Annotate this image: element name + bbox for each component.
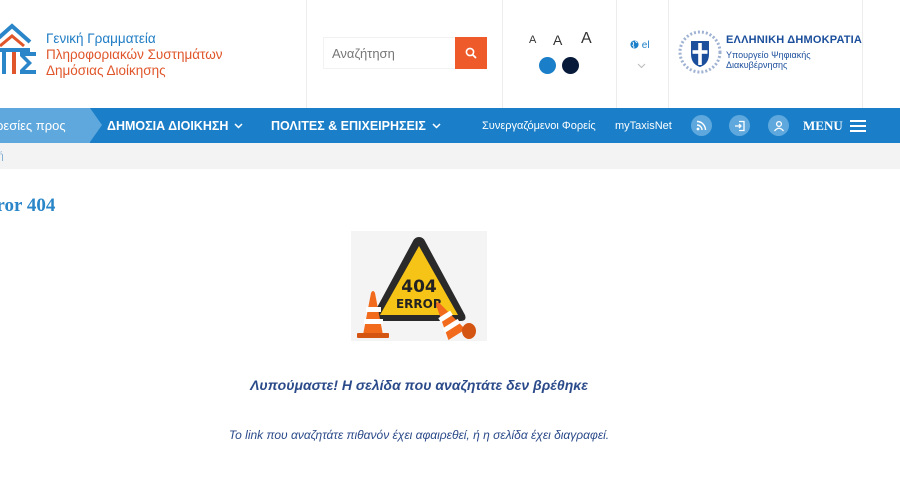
hamburger-icon [849,119,866,132]
error-message: Λυπούμαστε! Η σελίδα που αναζητάτε δεν β… [250,377,588,393]
header-divider [616,0,617,108]
org-name[interactable]: Γενική Γραμματεία Πληροφοριακών Συστημάτ… [46,31,222,79]
globe-icon [630,40,639,49]
hellenic-republic-logo[interactable]: ΕΛΛΗΝΙΚΗ ΔΗΜΟΚΡΑΤΙΑ Υπουργείο Ψηφιακής Δ… [678,28,868,78]
font-size-controls: A A A [520,28,600,50]
nav-arrow [90,108,102,142]
breadcrumb-item[interactable]: ή [0,151,4,162]
search-input[interactable] [323,37,455,69]
nav-item-label: ΔΗΜΟΣΙΑ ΔΙΟΙΚΗΣΗ [107,118,229,133]
main-nav: ρεσίες προς ΔΗΜΟΣΙΑ ΔΙΟΙΚΗΣΗ ΠΟΛΙΤΕΣ & Ε… [0,108,900,143]
org-name-line: Δημόσιας Διοίκησης [46,63,166,78]
nav-item-label: ΠΟΛΙΤΕΣ & ΕΠΙΧΕΙΡΗΣΕΙΣ [271,118,426,133]
chevron-down-icon [432,122,441,129]
nav-item-public-administration[interactable]: ΔΗΜΟΣΙΑ ΔΙΟΙΚΗΣΗ [107,108,243,143]
login-button[interactable] [729,115,750,136]
error-label-text: ERROR [396,297,442,311]
header-divider [502,0,503,108]
page-title: rror 404 [0,195,56,216]
site-header: Γενική Γραμματεία Πληροφοριακών Συστημάτ… [0,0,900,108]
font-size-medium-button[interactable]: A [553,32,562,48]
nav-item-services[interactable]: ρεσίες προς [0,108,90,143]
user-button[interactable] [768,115,789,136]
nav-item-label: ρεσίες προς [0,118,66,133]
chevron-down-icon[interactable] [637,56,646,74]
gsis-logo-icon[interactable] [0,22,42,78]
rss-icon [696,120,707,131]
header-divider [306,0,307,108]
nav-item-partners[interactable]: Συνεργαζόμενοι Φορείς [482,108,596,143]
login-icon [734,120,745,131]
org-name-line: Πληροφοριακών Συστημάτων [46,47,223,62]
header-divider [668,0,669,108]
nav-item-citizens-business[interactable]: ΠΟΛΙΤΕΣ & ΕΠΙΧΕΙΡΗΣΕΙΣ [271,108,441,143]
nav-item-mytaxisnet[interactable]: myTaxisNet [615,108,672,143]
language-label: el [641,40,650,51]
rss-button[interactable] [691,115,712,136]
chevron-down-icon [234,122,243,129]
nav-item-label: myTaxisNet [615,119,672,132]
font-size-small-button[interactable]: A [529,34,536,46]
search-button[interactable] [455,37,487,69]
error-code-text: 404 [401,277,437,297]
org-name-line: Γενική Γραμματεία [46,31,156,46]
greek-emblem-icon [678,30,722,74]
breadcrumb: ή [0,143,900,169]
error-404-image: 404 ERROR [351,231,487,341]
language-selector[interactable]: el [630,40,650,51]
nav-item-label: Συνεργαζόμενοι Φορείς [482,119,596,132]
user-icon [773,120,784,131]
error-description: Το link που αναζητάτε πιθανόν έχει αφαιρ… [228,428,610,442]
menu-label: MENU [803,117,843,133]
ministry-name-line: Υπουργείο Ψηφιακής [726,50,811,60]
ministry-name: Υπουργείο Ψηφιακής Διακυβέρνησης [726,50,811,70]
ministry-name-line: Διακυβέρνησης [726,60,788,70]
menu-button[interactable]: MENU [803,108,866,143]
theme-dark-button[interactable] [562,57,579,74]
gov-title: ΕΛΛΗΝΙΚΗ ΔΗΜΟΚΡΑΤΙΑ [726,34,863,46]
search-icon [465,47,477,59]
font-size-large-button[interactable]: A [581,30,592,48]
theme-blue-button[interactable] [539,57,556,74]
search-box [323,37,487,69]
